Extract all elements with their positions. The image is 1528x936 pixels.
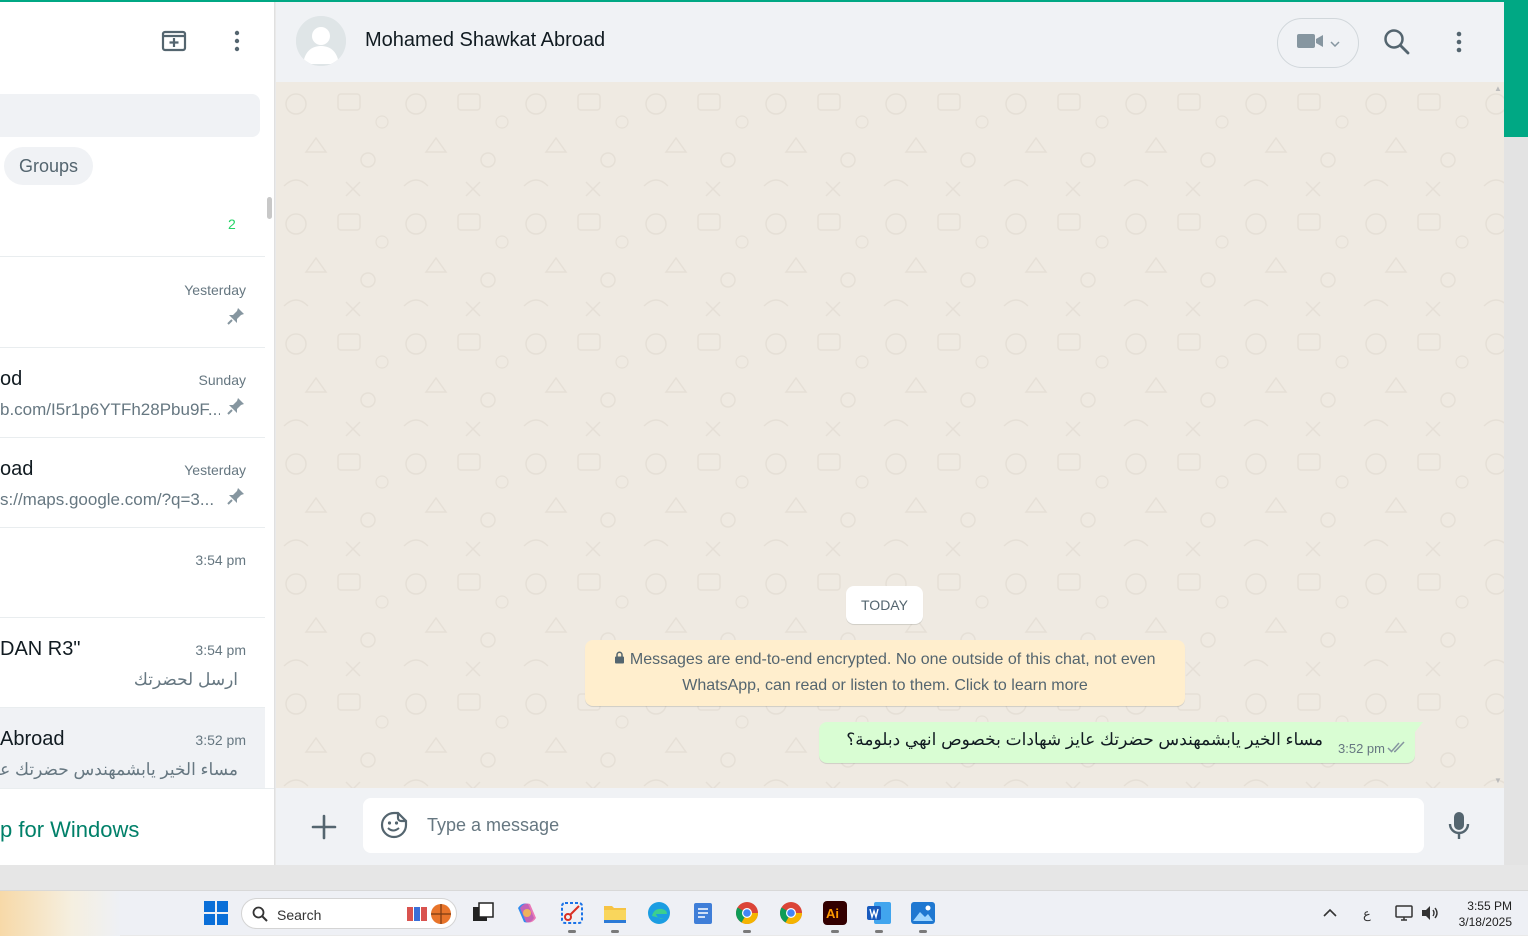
svg-text:Ai: Ai (826, 906, 839, 921)
avatar[interactable] (296, 16, 346, 66)
clock-date[interactable]: 3/18/2025 (1440, 915, 1512, 929)
pin-icon (226, 306, 246, 326)
chat-list-item[interactable]: DAN R3" 3:54 pm ارسل لحضرتك (0, 618, 265, 708)
search-icon (252, 906, 268, 927)
encryption-notice[interactable]: Messages are end-to-end encrypted. No on… (585, 640, 1185, 706)
filter-chip-groups[interactable]: Groups (4, 147, 94, 185)
video-call-button[interactable] (1277, 18, 1359, 68)
video-call-icon (1296, 32, 1324, 55)
snipping-tool-icon[interactable] (559, 900, 585, 926)
chat-list-pane: Groups 2 Yesterday od Sunday b.com/I5r1p… (0, 2, 275, 865)
running-indicator (611, 930, 619, 933)
chat-name: oad (0, 458, 34, 480)
running-indicator (568, 930, 576, 933)
chat-preview: b.com/I5r1p6YTFh28Pbu9F... (0, 400, 220, 419)
chat-name: DAN R3" (0, 638, 81, 660)
chat-list-scrollbar[interactable] (265, 197, 274, 787)
input-language-indicator[interactable]: ع (1363, 906, 1371, 922)
chrome-icon[interactable] (734, 900, 760, 926)
photos-icon[interactable] (910, 900, 936, 926)
double-check-icon (1387, 740, 1407, 754)
encryption-notice-line1: Messages are end-to-end encrypted. No on… (629, 651, 1156, 668)
lock-icon (614, 651, 625, 668)
running-indicator (919, 930, 927, 933)
contact-name[interactable]: Mohamed Shawkat Abroad (365, 29, 605, 52)
copilot-icon[interactable] (514, 900, 540, 926)
taskbar: Search Ai ع 3:55 PM 3/18/2025 (0, 890, 1528, 936)
chat-list-item[interactable]: 3:54 pm (0, 528, 265, 618)
chrome-profile-icon[interactable] (778, 900, 804, 926)
message-text: مساء الخير يابشمهندس حضرتك عايز شهادات ب… (846, 730, 1323, 749)
chat-time: Yesterday (184, 462, 246, 478)
file-explorer-icon[interactable] (602, 900, 628, 926)
chat-list-item[interactable]: Yesterday (0, 258, 265, 348)
new-chat-icon[interactable] (160, 26, 190, 56)
background-accent-strip (1504, 2, 1528, 137)
outgoing-message-bubble[interactable]: مساء الخير يابشمهندس حضرتك عايز شهادات ب… (819, 722, 1423, 763)
search-highlight-icon (405, 903, 453, 930)
search-icon[interactable] (1382, 26, 1412, 58)
chevron-down-icon (1330, 34, 1340, 52)
date-separator: TODAY (846, 586, 923, 624)
message-time: 3:52 pm (1338, 741, 1385, 756)
chat-time: 3:52 pm (195, 732, 246, 748)
edge-icon[interactable] (646, 900, 672, 926)
chat-preview: s://maps.google.com/?q=3... (0, 490, 215, 509)
chat-list-item[interactable]: od Sunday b.com/I5r1p6YTFh28Pbu9F... (0, 348, 265, 438)
sticker-icon[interactable] (379, 810, 409, 840)
message-input[interactable]: Type a message (363, 798, 1424, 853)
chat-preview: مساء الخير يابشمهندس حضرتك عا (0, 760, 238, 779)
chat-search-input[interactable] (0, 94, 260, 137)
windows-start-icon[interactable] (203, 900, 229, 926)
chat-name: Abroad (0, 728, 65, 750)
clock-time[interactable]: 3:55 PM (1440, 899, 1512, 913)
illustrator-icon[interactable]: Ai (822, 900, 848, 926)
running-indicator (743, 930, 751, 933)
chat-time: 3:54 pm (195, 642, 246, 658)
word-icon[interactable] (866, 900, 892, 926)
divider (0, 256, 265, 257)
menu-icon[interactable] (1444, 26, 1474, 58)
pin-icon (226, 396, 246, 416)
taskbar-search-label: Search (277, 907, 322, 923)
chat-time: Sunday (198, 372, 246, 388)
chat-preview: ارسل لحضرتك (133, 670, 238, 689)
running-indicator (831, 930, 839, 933)
menu-icon[interactable] (222, 26, 252, 56)
plus-icon[interactable] (309, 812, 339, 842)
get-app-banner[interactable]: p for Windows (0, 788, 274, 865)
scroll-down-arrow[interactable]: ▼ (1494, 776, 1502, 785)
running-indicator (875, 930, 883, 933)
chevron-up-icon[interactable] (1320, 905, 1340, 921)
task-view-icon[interactable] (470, 900, 496, 926)
chat-name: od (0, 368, 23, 390)
widgets-area[interactable] (0, 891, 120, 936)
message-placeholder: Type a message (427, 815, 560, 835)
conversation-panel: ▲ ▼ TODAY Messages are end-to-end encryp… (276, 82, 1504, 788)
bubble-tail (1415, 722, 1423, 732)
taskbar-search-box[interactable]: Search (241, 898, 457, 929)
background-strip (1504, 137, 1528, 890)
chat-list-item-active[interactable]: Abroad 3:52 pm مساء الخير يابشمهندس حضرت… (0, 708, 265, 798)
chat-time: Yesterday (184, 282, 246, 298)
microphone-icon[interactable] (1447, 810, 1471, 842)
notepad-icon[interactable] (690, 900, 716, 926)
volume-icon[interactable] (1420, 903, 1440, 923)
desktop-background (0, 865, 1528, 890)
encryption-notice-line2: WhatsApp, can read or listen to them. Cl… (682, 677, 1088, 694)
archived-count-badge: 2 (228, 216, 236, 232)
chat-list-item[interactable]: oad Yesterday s://maps.google.com/?q=3..… (0, 438, 265, 528)
network-icon[interactable] (1394, 903, 1416, 923)
composer-bar: Type a message (276, 788, 1504, 865)
chat-header: Mohamed Shawkat Abroad (276, 2, 1504, 82)
pin-icon (226, 486, 246, 506)
scroll-up-arrow[interactable]: ▲ (1494, 84, 1502, 93)
get-app-link[interactable]: p for Windows (0, 817, 139, 843)
chat-time: 3:54 pm (195, 552, 246, 568)
